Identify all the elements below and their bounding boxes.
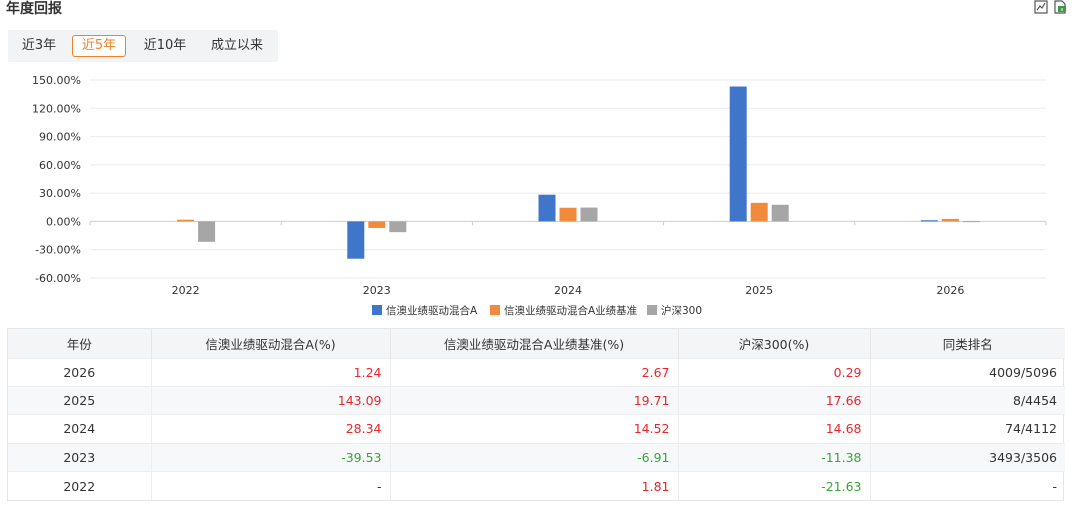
y-tick-label: 90.00% bbox=[39, 131, 81, 144]
chart-toggle-icon[interactable] bbox=[1034, 0, 1048, 14]
period-tabs: 近3年 近5年 近10年 成立以来 bbox=[8, 30, 278, 62]
cell-benchmark: 2.67 bbox=[390, 357, 679, 387]
header-rank: 同类排名 bbox=[870, 329, 1065, 358]
header-hs300: 沪深300(%) bbox=[678, 329, 871, 358]
tab-since-inception[interactable]: 成立以来 bbox=[202, 35, 272, 57]
legend-swatch bbox=[490, 305, 500, 315]
header-fund: 信澳业绩驱动混合A(%) bbox=[151, 329, 391, 358]
y-tick-label: -60.00% bbox=[35, 272, 81, 285]
bar-hs300 bbox=[580, 207, 598, 222]
header-benchmark: 信澳业绩驱动混合A业绩基准(%) bbox=[390, 329, 679, 358]
bar-hs300 bbox=[198, 221, 216, 242]
tab-5y[interactable]: 近5年 bbox=[72, 35, 126, 57]
bar-fund bbox=[729, 86, 747, 222]
export-excel-icon[interactable]: x bbox=[1053, 0, 1067, 14]
cell-rank: 8/4454 bbox=[870, 385, 1065, 415]
cell-benchmark: -6.91 bbox=[390, 442, 679, 472]
legend-label: 沪深300 bbox=[661, 304, 702, 317]
cell-rank: 74/4112 bbox=[870, 414, 1065, 444]
table-row: 2026 1.24 2.67 0.29 4009/5096 bbox=[8, 357, 1065, 387]
cell-fund: 28.34 bbox=[151, 414, 391, 444]
annual-return-chart: 150.00% 120.00% 90.00% 60.00% 30.00% 0.00% -30… bbox=[32, 74, 1047, 317]
tab-3y[interactable]: 近3年 bbox=[14, 35, 64, 57]
page-title: 年度回报 bbox=[6, 1, 62, 17]
y-tick-label: 120.00% bbox=[32, 102, 81, 115]
bar-fund bbox=[538, 194, 556, 222]
cell-fund: 143.09 bbox=[151, 385, 391, 415]
y-tick-label: 0.00% bbox=[46, 215, 81, 228]
bar-benchmark bbox=[750, 202, 768, 222]
cell-year: 2025 bbox=[8, 385, 152, 415]
bar-benchmark bbox=[941, 218, 959, 222]
x-tick-label: 2026 bbox=[936, 284, 964, 297]
legend-label: 信澳业绩驱动混合A业绩基准 bbox=[504, 304, 637, 317]
cell-fund: 1.24 bbox=[151, 357, 391, 387]
legend-label: 信澳业绩驱动混合A bbox=[386, 304, 478, 317]
cell-benchmark: 19.71 bbox=[390, 385, 679, 415]
x-tick-label: 2022 bbox=[172, 284, 200, 297]
cell-rank: - bbox=[870, 471, 1065, 500]
header-year: 年份 bbox=[8, 329, 152, 358]
annual-return-table: 年份 信澳业绩驱动混合A(%) 信澳业绩驱动混合A业绩基准(%) 沪深300(%… bbox=[7, 328, 1065, 501]
x-tick-label: 2023 bbox=[363, 284, 391, 297]
bar-benchmark bbox=[177, 219, 195, 222]
bar-fund bbox=[347, 221, 365, 259]
cell-hs300: 14.68 bbox=[678, 414, 871, 444]
cell-hs300: 17.66 bbox=[678, 385, 871, 415]
y-tick-label: 30.00% bbox=[39, 187, 81, 200]
bar-hs300 bbox=[771, 204, 789, 222]
cell-rank: 3493/3506 bbox=[870, 442, 1065, 472]
bar-hs300 bbox=[389, 221, 407, 233]
table-row: 2022-1.81 -21.63- bbox=[8, 471, 1065, 500]
bar-hs300 bbox=[962, 221, 980, 223]
cell-year: 2026 bbox=[8, 357, 152, 387]
cell-fund: - bbox=[151, 471, 391, 500]
bar-benchmark bbox=[368, 221, 386, 228]
legend-swatch bbox=[647, 305, 657, 315]
bar-benchmark bbox=[559, 207, 577, 222]
table-header-row: 年份 信澳业绩驱动混合A(%) 信澳业绩驱动混合A业绩基准(%) 沪深300(%… bbox=[8, 329, 1065, 358]
tab-10y[interactable]: 近10年 bbox=[136, 35, 194, 57]
cell-benchmark: 14.52 bbox=[390, 414, 679, 444]
table-row: 2023 -39.53 -6.91 -11.38 3493/3506 bbox=[8, 442, 1065, 472]
legend-swatch bbox=[372, 305, 382, 315]
cell-benchmark: 1.81 bbox=[390, 471, 679, 500]
cell-year: 2022 bbox=[8, 471, 152, 500]
cell-fund: -39.53 bbox=[151, 442, 391, 472]
svg-text:x: x bbox=[1061, 7, 1064, 13]
table-row: 2024 28.34 14.52 14.68 74/4112 bbox=[8, 414, 1065, 444]
x-tick-label: 2024 bbox=[554, 284, 582, 297]
cell-rank: 4009/5096 bbox=[870, 357, 1065, 387]
bar-fund bbox=[920, 220, 938, 222]
cell-year: 2023 bbox=[8, 442, 152, 472]
header: 年度回报 x bbox=[0, 0, 1080, 20]
cell-hs300: -11.38 bbox=[678, 442, 871, 472]
x-tick-label: 2025 bbox=[745, 284, 773, 297]
table-row: 2025 143.09 19.71 17.66 8/4454 bbox=[8, 385, 1065, 415]
cell-hs300: -21.63 bbox=[678, 471, 871, 500]
y-tick-label: 60.00% bbox=[39, 159, 81, 172]
y-tick-label: -30.00% bbox=[35, 244, 81, 257]
cell-year: 2024 bbox=[8, 414, 152, 444]
cell-hs300: 0.29 bbox=[678, 357, 871, 387]
y-tick-label: 150.00% bbox=[32, 74, 81, 87]
